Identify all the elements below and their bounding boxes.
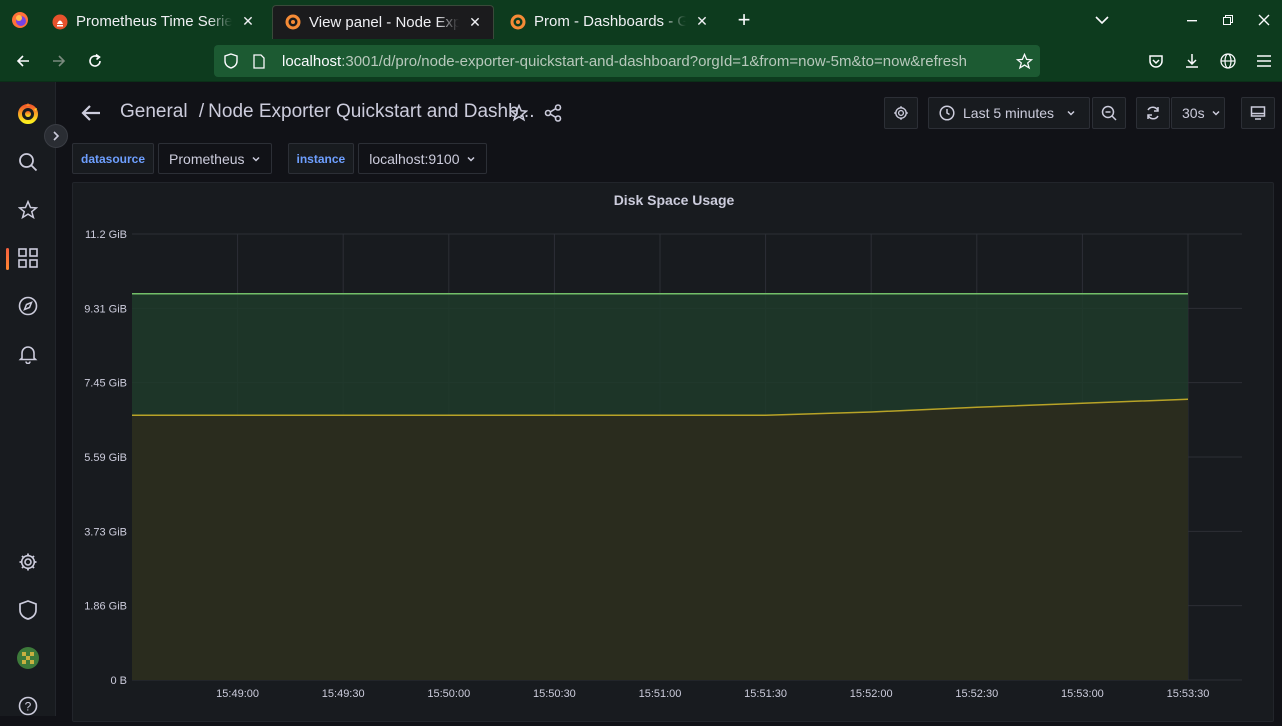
breadcrumb-separator: / (198, 101, 205, 122)
tab-grafana-dashboards[interactable]: Prom - Dashboards - Grafana ✕ (498, 5, 720, 39)
variable-select-instance[interactable]: localhost:9100 (358, 143, 487, 174)
variable-select-datasource[interactable]: Prometheus (158, 143, 272, 174)
url-text[interactable]: localhost:3001/d/pro/node-exporter-quick… (282, 53, 1008, 70)
svg-text:?: ? (25, 700, 32, 714)
configuration-gear-icon[interactable] (0, 542, 56, 582)
clock-icon (939, 105, 955, 121)
back-icon[interactable] (5, 45, 41, 77)
dashboard-settings-button[interactable] (884, 97, 918, 129)
back-to-dashboard-icon[interactable] (78, 100, 104, 126)
language-globe-icon[interactable] (1210, 45, 1246, 77)
restore-icon[interactable] (1210, 0, 1246, 40)
grafana-favicon-icon (510, 14, 526, 30)
tracking-protection-icon[interactable] (220, 50, 242, 72)
time-range-picker[interactable]: Last 5 minutes (928, 97, 1090, 129)
bookmark-star-icon[interactable] (1008, 52, 1040, 70)
search-icon[interactable] (0, 142, 56, 182)
forward-icon[interactable] (41, 45, 77, 77)
starred-icon[interactable] (0, 190, 56, 230)
breadcrumb: General / Node Exporter Quickstart and Da… (120, 101, 535, 123)
x-tick-label: 15:49:30 (322, 688, 365, 700)
chevron-down-icon (1212, 110, 1220, 116)
tab-title: View panel - Node Exporter (309, 13, 459, 31)
tab-title: Prometheus Time Series (76, 13, 232, 30)
help-icon[interactable]: ? (0, 686, 56, 726)
url-host: localhost (282, 52, 342, 70)
x-tick-label: 15:53:30 (1167, 688, 1210, 700)
prometheus-favicon-icon (52, 14, 68, 30)
close-tab-icon[interactable]: ✕ (465, 12, 485, 32)
page-info-icon[interactable] (248, 50, 270, 72)
x-tick-label: 15:50:00 (427, 688, 470, 700)
share-icon[interactable] (540, 100, 566, 126)
minimize-icon[interactable] (1174, 0, 1210, 40)
tab-view-panel[interactable]: View panel - Node Exporter ✕ (272, 4, 494, 39)
server-admin-shield-icon[interactable] (0, 590, 56, 630)
chevron-down-icon (1067, 110, 1075, 116)
x-tick-label: 15:52:30 (955, 688, 998, 700)
firefox-menu-icon[interactable] (0, 0, 40, 40)
refresh-interval-picker[interactable]: 30s (1171, 97, 1225, 129)
breadcrumb-folder[interactable]: General (120, 101, 188, 122)
disk-space-usage-panel: Disk Space Usage 0 B 1.86 GiB 3.73 GiB 5.59… (72, 182, 1274, 722)
monitor-icon (1250, 106, 1266, 120)
expand-sidebar-chevron-icon[interactable] (44, 124, 68, 148)
alerting-bell-icon[interactable] (0, 334, 56, 374)
grafana-favicon-icon (285, 14, 301, 30)
x-tick-label: 15:51:30 (744, 688, 787, 700)
variable-label-datasource: datasource (72, 143, 155, 174)
y-tick-label: 1.86 GiB (84, 601, 127, 613)
y-tick-label: 9.31 GiB (84, 303, 127, 315)
url-bar[interactable]: localhost:3001/d/pro/node-exporter-quick… (214, 45, 1040, 77)
downloads-icon[interactable] (1174, 45, 1210, 77)
y-tick-label: 7.45 GiB (84, 378, 127, 390)
app-menu-icon[interactable] (1246, 45, 1282, 77)
y-tick-label: 0 B (110, 675, 127, 687)
x-tick-label: 15:51:00 (639, 688, 682, 700)
explore-compass-icon[interactable] (0, 286, 56, 326)
x-tick-label: 15:49:00 (216, 688, 259, 700)
new-tab-icon[interactable]: + (726, 3, 762, 37)
browser-tab-strip: Prometheus Time Series ✕ View panel - No… (0, 0, 1282, 40)
list-all-tabs-icon[interactable] (1084, 0, 1120, 40)
close-tab-icon[interactable]: ✕ (238, 12, 258, 32)
cycle-view-mode-button[interactable] (1241, 97, 1275, 129)
y-tick-label: 11.2 GiB (85, 229, 127, 241)
dashboards-icon[interactable] (0, 238, 56, 278)
dashboard-title[interactable]: Node Exporter Quickstart and Dashb... (208, 101, 534, 122)
mark-favorite-star-icon[interactable] (506, 100, 532, 126)
zoom-out-icon (1101, 105, 1117, 121)
close-tab-icon[interactable]: ✕ (692, 12, 712, 32)
y-tick-label: 3.73 GiB (84, 526, 127, 538)
tab-prometheus[interactable]: Prometheus Time Series ✕ (40, 5, 266, 39)
browser-nav-bar: localhost:3001/d/pro/node-exporter-quick… (0, 40, 1282, 82)
grafana-sidebar: ? (0, 82, 56, 716)
dashboard-main: General / Node Exporter Quickstart and Da… (56, 82, 1282, 722)
url-path: :3001/d/pro/node-exporter-quickstart-and… (341, 52, 967, 70)
disk-space-chart[interactable]: 0 B 1.86 GiB 3.73 GiB 5.59 GiB 7.45 GiB 9.31 … (73, 183, 1275, 723)
refresh-button[interactable] (1136, 97, 1170, 129)
refresh-icon (1147, 106, 1159, 120)
pocket-icon[interactable] (1138, 45, 1174, 77)
variable-value: localhost:9100 (369, 150, 460, 167)
zoom-out-button[interactable] (1092, 97, 1126, 129)
reload-icon[interactable] (77, 45, 113, 77)
variable-label-instance: instance (287, 143, 355, 174)
settings-gear-icon (894, 106, 908, 120)
chevron-down-icon (466, 156, 475, 162)
tab-title: Prom - Dashboards - Grafana (534, 13, 686, 30)
series-area-1 (132, 399, 1188, 680)
variable-value: Prometheus (169, 150, 245, 167)
user-avatar[interactable] (0, 638, 56, 678)
x-tick-label: 15:52:00 (850, 688, 893, 700)
x-tick-label: 15:53:00 (1061, 688, 1104, 700)
template-variables: datasource Prometheus instance localhost… (72, 143, 487, 174)
y-tick-label: 5.59 GiB (84, 452, 127, 464)
x-tick-label: 15:50:30 (533, 688, 576, 700)
close-window-icon[interactable] (1246, 0, 1282, 40)
refresh-interval-label: 30s (1182, 105, 1205, 121)
time-range-label: Last 5 minutes (963, 105, 1055, 121)
chevron-down-icon (251, 156, 260, 162)
